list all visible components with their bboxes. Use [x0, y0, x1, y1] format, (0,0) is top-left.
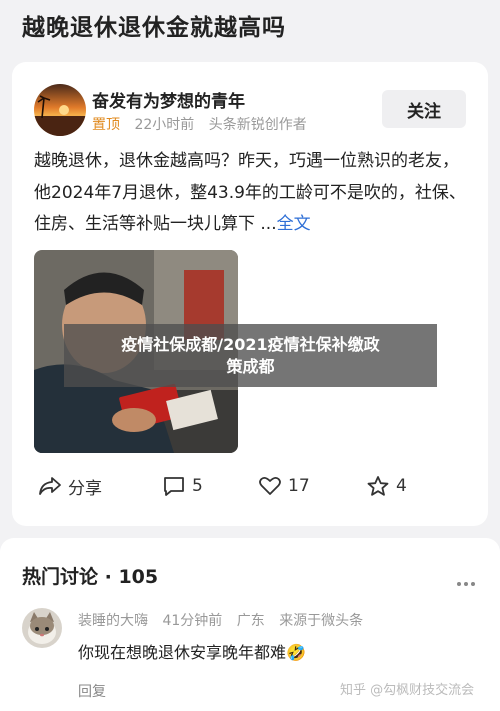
author-name[interactable]: 奋发有为梦想的青年 [92, 87, 245, 112]
star-icon [367, 476, 389, 496]
share-label: 分享 [68, 478, 102, 499]
post-meta: 置顶 22小时前 头条新锐创作者 [92, 114, 307, 134]
comment-count: 5 [192, 476, 203, 496]
commenter-avatar[interactable] [22, 608, 62, 648]
share-arrow-icon [39, 477, 61, 495]
share-button[interactable]: 分享 [38, 468, 102, 504]
post-card: 奋发有为梦想的青年 置顶 22小时前 头条新锐创作者 关注 越晚退休，退休金越高… [12, 62, 488, 526]
overlay-line-1: 疫情社保成都/2021疫情社保补缴政 [121, 334, 380, 354]
page-title: 越晚退休退休金就越高吗 [22, 15, 286, 41]
discussion-heading: 热门讨论 · 105 [22, 566, 159, 588]
post-body[interactable]: 越晚退休，退休金越高吗？昨天，巧遇一位熟识的老友，他2024年7月退休，整43.… [34, 146, 474, 241]
favorite-count: 4 [396, 476, 407, 496]
comment-time: 41分钟前 [162, 613, 223, 629]
author-source: 头条新锐创作者 [208, 117, 307, 133]
overlay-banner: 疫情社保成都/2021疫情社保补缴政 策成都 [64, 324, 437, 387]
post-actions: 分享 5 17 4 [12, 468, 488, 504]
like-button[interactable]: 17 [258, 468, 310, 504]
comment-location: 广东 [236, 613, 265, 629]
author-avatar[interactable] [34, 84, 86, 136]
comment-button[interactable]: 5 [162, 468, 203, 504]
reply-button[interactable]: 回复 [78, 681, 106, 701]
overlay-line-2: 策成都 [226, 356, 275, 376]
full-text-link[interactable]: 全文 [277, 214, 311, 234]
more-dots-icon[interactable] [456, 572, 476, 591]
commenter-name[interactable]: 装睡的大嗨 [78, 613, 148, 629]
like-count: 17 [288, 476, 310, 496]
heart-icon [259, 476, 281, 495]
watermark: 知乎 @勾枫财技交流会 [340, 683, 475, 698]
comment-text: 你现在想晚退休安享晚年都难🤣 [78, 643, 306, 662]
comment-bubble-icon [164, 477, 184, 496]
follow-button[interactable]: 关注 [382, 90, 466, 128]
discussion-section: 热门讨论 · 105 装睡的大嗨 41分钟前 广东 来源于微头条 你现在想晚退休… [0, 538, 500, 711]
post-time: 22小时前 [134, 117, 195, 133]
post-text: 越晚退休，退休金越高吗？昨天，巧遇一位熟识的老友，他2024年7月退休，整43.… [34, 151, 466, 234]
comment-source: 来源于微头条 [279, 613, 364, 629]
favorite-button[interactable]: 4 [366, 468, 407, 504]
pin-badge: 置顶 [92, 117, 120, 133]
comment-meta: 装睡的大嗨 41分钟前 广东 来源于微头条 [78, 610, 373, 630]
